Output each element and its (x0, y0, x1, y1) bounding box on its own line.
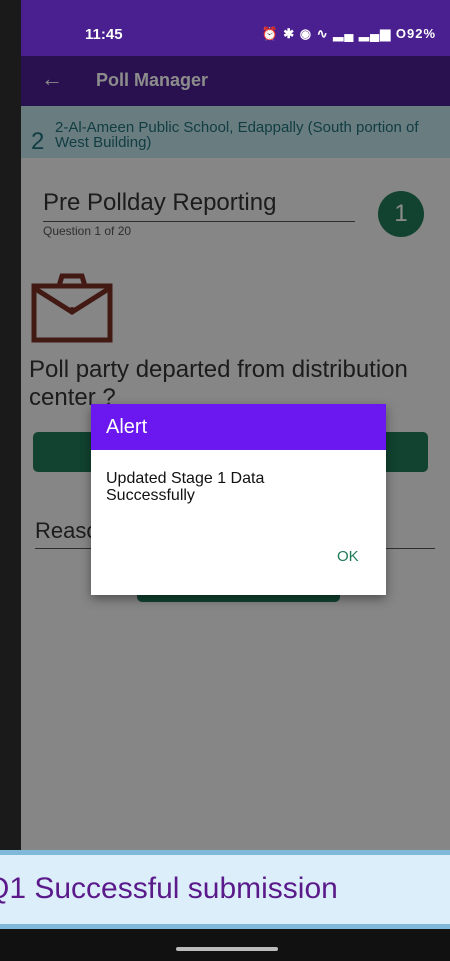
caption-banner: Q1 Successful submission (0, 850, 450, 929)
ok-button[interactable]: OK (337, 548, 359, 565)
alert-message: Updated Stage 1 Data Successfully (106, 470, 265, 504)
caption-text: Q1 Successful submission (0, 872, 338, 905)
status-icons: ⏰ ✱ ◉ ∿ ▂▄ ▂▄▆ O92% (261, 26, 436, 41)
home-indicator[interactable] (176, 947, 278, 951)
alert-title: Alert (91, 404, 386, 450)
alert-dialog: Alert Updated Stage 1 Data Successfully … (91, 404, 386, 595)
status-time: 11:45 (85, 26, 123, 43)
system-nav-bar (0, 929, 450, 961)
status-bar: 11:45 ⏰ ✱ ◉ ∿ ▂▄ ▂▄▆ O92% (21, 0, 450, 56)
phone-screen: 11:45 ⏰ ✱ ◉ ∿ ▂▄ ▂▄▆ O92% ← Poll Manager… (21, 0, 450, 961)
